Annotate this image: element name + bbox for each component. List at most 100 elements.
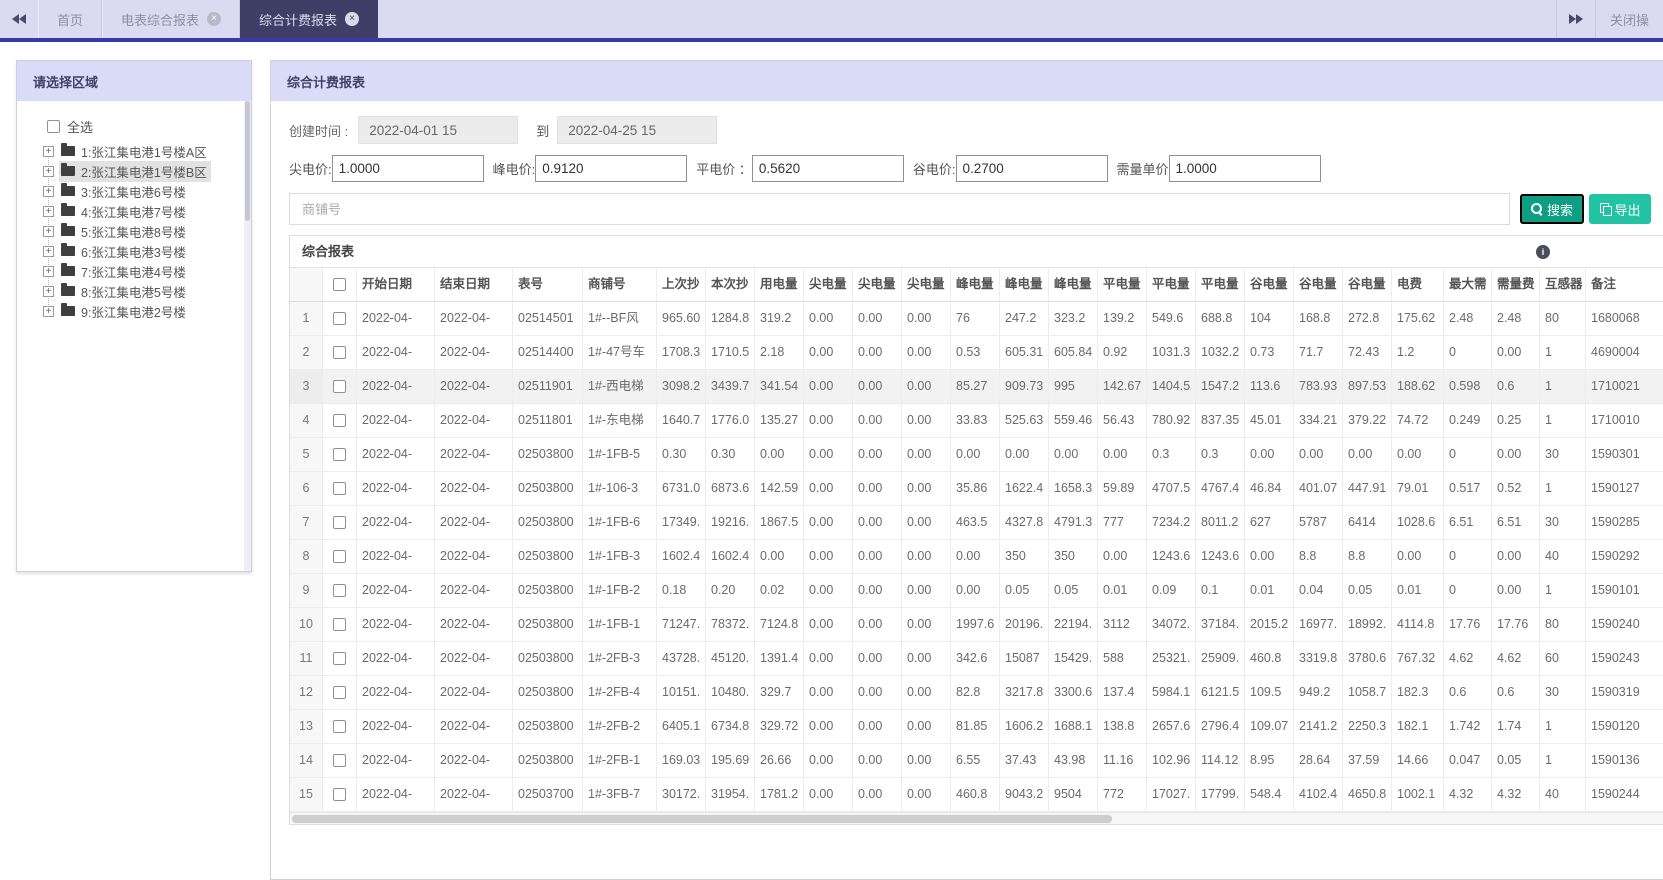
row-number: 7 xyxy=(290,506,322,540)
table-cell: 605.31 xyxy=(999,336,1048,370)
column-header: 本次抄 xyxy=(705,268,754,302)
tab-3[interactable]: 综合计费报表 × xyxy=(240,0,379,38)
table-row[interactable]: 3 2022-04- 2022-04- 02511901 1#-西电梯 3098.2 343… xyxy=(290,370,1663,404)
row-checkbox[interactable] xyxy=(333,652,346,665)
shop-number-input[interactable] xyxy=(289,193,1510,225)
table-row[interactable]: 11 2022-04- 2022-04- 02503800 1#-2FB-3 43728.… xyxy=(290,642,1663,676)
table-cell: 1547.2 xyxy=(1195,370,1244,404)
table-row[interactable]: 7 2022-04- 2022-04- 02503800 1#-1FB-6 17349. 1… xyxy=(290,506,1663,540)
tree-item[interactable]: +1:张江集电港1号楼A区 xyxy=(17,141,251,161)
export-button[interactable]: 导出 xyxy=(1589,194,1651,224)
table-cell: 1391.4 xyxy=(754,642,803,676)
table-cell: 1680068 xyxy=(1585,302,1663,336)
table-cell: 30 xyxy=(1539,506,1585,540)
tree-expand-icon[interactable]: + xyxy=(43,145,54,157)
tree-item[interactable]: +2:张江集电港1号楼B区 xyxy=(17,154,251,182)
row-checkbox[interactable] xyxy=(333,584,346,597)
table-cell: 4690004 xyxy=(1585,336,1663,370)
row-checkbox[interactable] xyxy=(333,414,346,427)
table-row[interactable]: 1 2022-04- 2022-04- 02514501 1#--BF风 965.60 12… xyxy=(290,302,1663,336)
table-cell: 11.16 xyxy=(1097,744,1146,778)
table-cell: 02503800 xyxy=(512,540,582,574)
tree-expand-icon[interactable]: + xyxy=(43,165,54,177)
date-to-input[interactable] xyxy=(557,116,718,144)
table-row[interactable]: 13 2022-04- 2022-04- 02503800 1#-2FB-2 6405.1… xyxy=(290,710,1663,744)
table-cell: 549.6 xyxy=(1146,302,1195,336)
close-tab-icon[interactable]: × xyxy=(345,12,360,26)
row-checkbox[interactable] xyxy=(333,448,346,461)
tree-item[interactable]: +4:张江集电港7号楼 xyxy=(17,194,251,221)
table-cell: 777 xyxy=(1097,506,1146,540)
tree-expand-icon[interactable]: + xyxy=(43,205,54,217)
tab-1[interactable]: 首页 xyxy=(38,0,103,38)
row-checkbox[interactable] xyxy=(333,346,346,359)
select-all-areas-checkbox[interactable] xyxy=(47,119,60,133)
table-cell: 7124.8 xyxy=(754,608,803,642)
nav-back-icon[interactable] xyxy=(0,0,38,38)
price-input[interactable] xyxy=(535,154,688,182)
table-row[interactable]: 6 2022-04- 2022-04- 02503800 1#-106-3 6731.0 6… xyxy=(290,472,1663,506)
tree-expand-icon[interactable]: + xyxy=(43,245,54,257)
table-cell: 0.00 xyxy=(803,744,852,778)
table-row[interactable]: 12 2022-04- 2022-04- 02503800 1#-2FB-4 10151.… xyxy=(290,676,1663,710)
table-cell: 1032.2 xyxy=(1195,336,1244,370)
row-checkbox[interactable] xyxy=(333,550,346,563)
search-button[interactable]: 搜索 xyxy=(1520,194,1584,224)
table-cell: 3319.8 xyxy=(1293,642,1342,676)
table-row[interactable]: 9 2022-04- 2022-04- 02503800 1#-1FB-2 0.18 0.2… xyxy=(290,574,1663,608)
tree-item[interactable]: +8:张江集电港5号楼 xyxy=(17,274,251,302)
tree-item[interactable]: +7:张江集电港4号楼 xyxy=(17,254,251,282)
nav-forward-icon[interactable] xyxy=(1557,14,1595,24)
table-row[interactable]: 15 2022-04- 2022-04- 02503700 1#-3FB-7 30172.… xyxy=(290,778,1663,812)
row-checkbox[interactable] xyxy=(333,312,346,325)
row-number: 5 xyxy=(290,438,322,472)
tree-expand-icon[interactable]: + xyxy=(43,185,54,197)
tree-node: 8:张江集电港5号楼 xyxy=(59,281,190,302)
tree-item[interactable]: +6:张江集电港3号楼 xyxy=(17,234,251,261)
price-input[interactable] xyxy=(331,154,484,182)
date-from-input[interactable] xyxy=(358,116,519,144)
table-row[interactable]: 4 2022-04- 2022-04- 02511801 1#-东电梯 1640.7 177… xyxy=(290,404,1663,438)
table-row[interactable]: 5 2022-04- 2022-04- 02503800 1#-1FB-5 0.30 0.3… xyxy=(290,438,1663,472)
row-checkbox[interactable] xyxy=(333,516,346,529)
tree-item[interactable]: +3:张江集电港6号楼 xyxy=(17,174,251,201)
tree-expand-icon[interactable]: + xyxy=(43,265,54,277)
tree-item[interactable]: +5:张江集电港8号楼 xyxy=(17,214,251,241)
row-checkbox[interactable] xyxy=(333,686,346,699)
table-row[interactable]: 8 2022-04- 2022-04- 02503800 1#-1FB-3 1602.4 1… xyxy=(290,540,1663,574)
tree-node: 7:张江集电港4号楼 xyxy=(59,261,190,282)
row-checkbox[interactable] xyxy=(333,788,346,801)
table-row[interactable]: 10 2022-04- 2022-04- 02503800 1#-1FB-1 71247.… xyxy=(290,608,1663,642)
table-cell: 1 xyxy=(1539,744,1585,778)
row-checkbox[interactable] xyxy=(333,380,346,393)
table-row[interactable]: 14 2022-04- 2022-04- 02503800 1#-2FB-1 169.03… xyxy=(290,744,1663,778)
table-cell: 3217.8 xyxy=(999,676,1048,710)
close-operations-menu[interactable]: 关闭操 xyxy=(1594,0,1663,38)
tree-item[interactable]: +9:张江集电港2号楼 xyxy=(17,294,251,321)
tab-2[interactable]: 电表综合报表 × xyxy=(102,0,241,38)
price-input[interactable] xyxy=(955,154,1108,182)
row-checkbox[interactable] xyxy=(333,754,346,767)
tree-expand-icon[interactable]: + xyxy=(43,305,54,317)
row-checkbox[interactable] xyxy=(333,720,346,733)
table-cell: 8.95 xyxy=(1244,744,1293,778)
tree-expand-icon[interactable]: + xyxy=(43,285,54,297)
price-input[interactable] xyxy=(1168,154,1321,182)
table-row[interactable]: 2 2022-04- 2022-04- 02514400 1#-47号车 1708.3 17… xyxy=(290,336,1663,370)
close-tab-icon[interactable]: × xyxy=(207,12,222,26)
tree-expand-icon[interactable]: + xyxy=(43,225,54,237)
table-cell: 4.62 xyxy=(1491,642,1539,676)
info-icon[interactable] xyxy=(1536,245,1550,259)
table-cell: 2022-04- xyxy=(356,642,434,676)
scrollbar-thumb[interactable] xyxy=(245,101,250,221)
table-cell: 0.30 xyxy=(656,438,705,472)
table-cell: 182.1 xyxy=(1391,710,1443,744)
row-checkbox[interactable] xyxy=(333,618,346,631)
price-input[interactable] xyxy=(751,154,904,182)
sidebar-scrollbar[interactable] xyxy=(244,101,251,571)
table-horizontal-scrollbar[interactable] xyxy=(290,812,1663,824)
table-cell: 0.00 xyxy=(1293,438,1342,472)
scrollbar-thumb[interactable] xyxy=(292,815,1112,823)
select-all-rows-checkbox[interactable] xyxy=(333,278,346,291)
row-checkbox[interactable] xyxy=(333,482,346,495)
